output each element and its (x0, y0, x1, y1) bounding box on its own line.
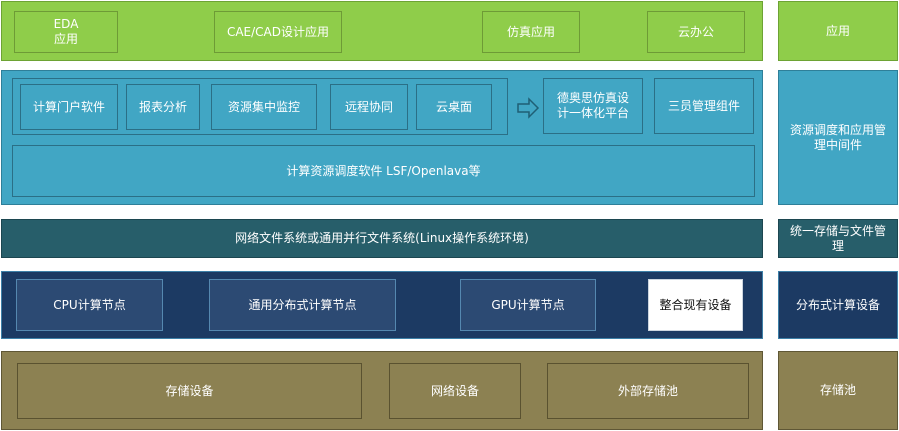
storage-network-device: 网络设备 (389, 363, 521, 419)
app-cloud-office: 云办公 (647, 11, 745, 53)
compute-cpu-node: CPU计算节点 (16, 279, 163, 331)
mw-simulation-platform: 德奥思仿真设计一体化平台 (543, 78, 643, 134)
side-label-application: 应用 (778, 1, 898, 61)
mw-cloud-desktop: 云桌面 (416, 84, 492, 130)
mw-portal-software: 计算门户软件 (20, 84, 118, 130)
compute-distributed-node: 通用分布式计算节点 (209, 279, 396, 331)
side-label-compute: 分布式计算设备 (778, 271, 898, 339)
side-label-filesystem: 统一存储与文件管理 (778, 219, 898, 258)
app-simulation: 仿真应用 (482, 11, 580, 53)
app-eda: EDA 应用 (14, 11, 118, 53)
mw-resource-monitor: 资源集中监控 (211, 84, 317, 130)
storage-external-pool: 外部存储池 (547, 363, 749, 419)
arrow-right-icon (517, 97, 540, 119)
compute-existing-devices: 整合现有设备 (648, 279, 743, 331)
side-label-middleware: 资源调度和应用管理中间件 (778, 70, 898, 205)
mw-admin-component: 三员管理组件 (654, 78, 754, 134)
mw-resource-scheduler: 计算资源调度软件 LSF/Openlava等 (12, 145, 755, 197)
compute-gpu-node: GPU计算节点 (460, 279, 596, 331)
mw-report-analysis: 报表分析 (126, 84, 200, 130)
filesystem-layer: 网络文件系统或通用并行文件系统(Linux操作系统环境) (1, 219, 763, 258)
storage-device: 存储设备 (17, 363, 362, 419)
app-cae-cad: CAE/CAD设计应用 (214, 11, 342, 53)
mw-remote-collab: 远程协同 (330, 84, 408, 130)
side-label-storage: 存储池 (778, 351, 898, 430)
